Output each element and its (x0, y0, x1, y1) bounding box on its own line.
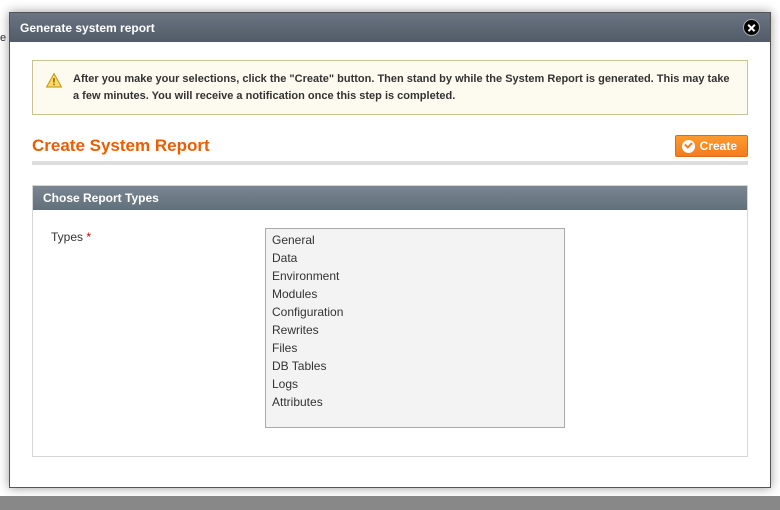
types-option[interactable]: Configuration (266, 303, 564, 321)
divider (32, 161, 748, 165)
generate-report-modal: Generate system report After you make yo… (9, 12, 771, 488)
page-title: Create System Report (32, 136, 210, 156)
create-button-label: Create (700, 139, 737, 153)
bottom-bar (0, 496, 780, 510)
types-option[interactable]: Modules (266, 285, 564, 303)
types-option[interactable]: Rewrites (266, 321, 564, 339)
types-multiselect[interactable]: GeneralDataEnvironmentModulesConfigurati… (265, 228, 565, 428)
types-option[interactable]: Files (266, 339, 564, 357)
check-icon (682, 140, 695, 153)
required-marker: * (86, 230, 91, 244)
create-button[interactable]: Create (675, 135, 748, 157)
report-types-section: Chose Report Types Types * GeneralDataEn… (32, 185, 748, 457)
notice-box: After you make your selections, click th… (32, 60, 748, 115)
section-header: Chose Report Types (33, 186, 747, 210)
types-option[interactable]: Logs (266, 375, 564, 393)
stray-text: e (0, 32, 6, 44)
types-option[interactable]: General (266, 231, 564, 249)
modal-header: Generate system report (10, 13, 770, 42)
close-icon[interactable] (743, 19, 760, 36)
types-label: Types * (51, 228, 251, 428)
types-option[interactable]: Data (266, 249, 564, 267)
notice-text: After you make your selections, click th… (73, 71, 735, 104)
types-option[interactable]: Environment (266, 267, 564, 285)
types-option[interactable]: Attributes (266, 393, 564, 411)
warning-icon (45, 72, 63, 90)
types-option[interactable]: DB Tables (266, 357, 564, 375)
modal-title: Generate system report (20, 21, 155, 35)
